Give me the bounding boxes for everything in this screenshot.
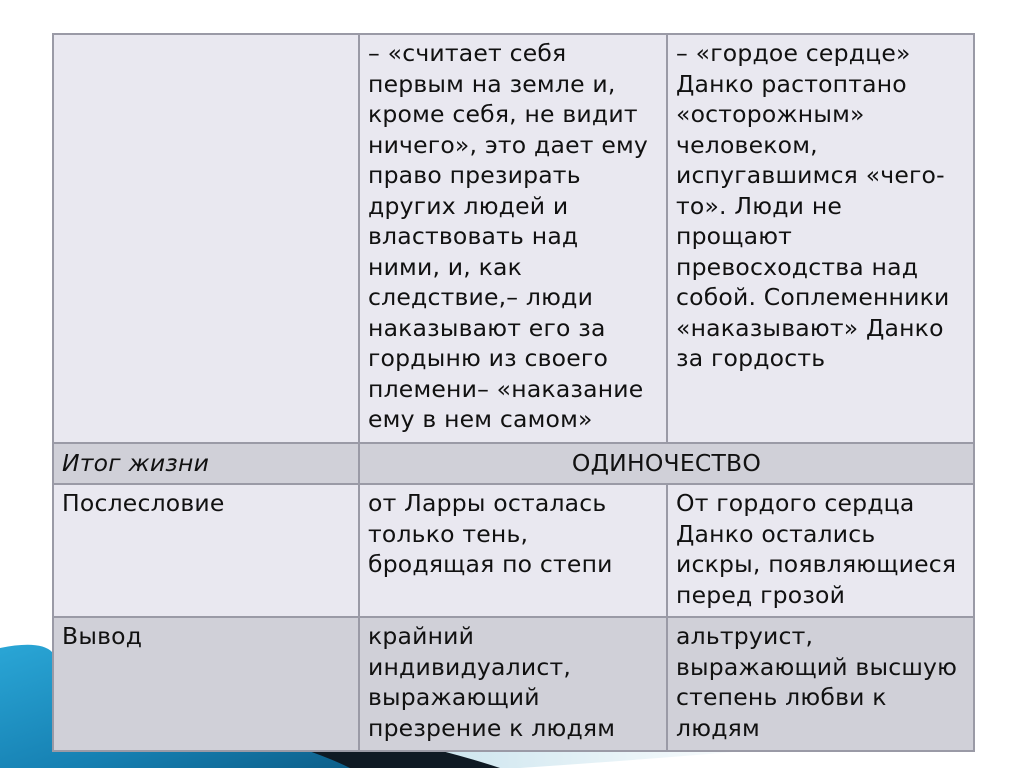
row-label-cell [52, 33, 360, 444]
row-label-cell: Вывод [52, 616, 360, 752]
larra-cell: крайний индивидуалист, выражающий презре… [358, 616, 668, 752]
danko-cell: – «гордое сердце» Данко растоптано «осто… [666, 33, 975, 444]
table-row: Вывод крайний индивидуалист, выражающий … [52, 616, 975, 752]
row-label-cell: Итог жизни [52, 442, 360, 485]
table-row: Послесловие от Ларры осталась только тен… [52, 483, 975, 618]
larra-cell: от Ларры осталась только тень, бродящая … [358, 483, 668, 618]
merged-result-cell: ОДИНОЧЕСТВО [358, 442, 975, 485]
table-row: – «считает себя первым на земле и, кроме… [52, 33, 975, 444]
table-row: Итог жизни ОДИНОЧЕСТВО [52, 442, 975, 485]
slide: – «считает себя первым на земле и, кроме… [0, 0, 1024, 768]
danko-cell: альтруист, выражающий высшую степень люб… [666, 616, 975, 752]
danko-cell: От гордого сердца Данко остались искры, … [666, 483, 975, 618]
larra-cell: – «считает себя первым на земле и, кроме… [358, 33, 668, 444]
comparison-table: – «считает себя первым на земле и, кроме… [52, 33, 975, 752]
row-label-cell: Послесловие [52, 483, 360, 618]
